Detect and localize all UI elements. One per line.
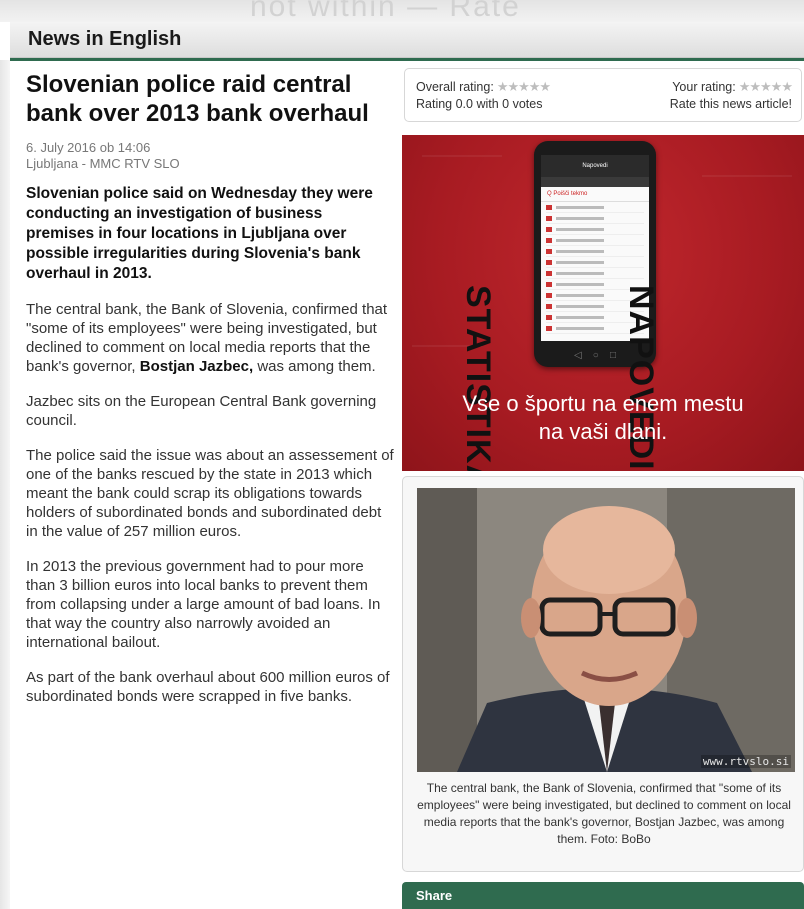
phone-list-row bbox=[546, 215, 644, 224]
share-label: Share bbox=[416, 888, 453, 903]
ad-tagline-line: Vse o športu na enem mestu bbox=[462, 391, 744, 416]
phone-tabs bbox=[541, 177, 649, 187]
photo-caption: The central bank, the Bank of Slovenia, … bbox=[417, 781, 791, 846]
section-title: News in English bbox=[28, 28, 182, 50]
rating-summary: Rating 0.0 with 0 votes bbox=[416, 97, 543, 111]
article-date: 6. July 2016 ob 14:06 bbox=[26, 140, 151, 155]
article-paragraph: In 2013 the previous government had to p… bbox=[26, 558, 381, 651]
article-lead: Slovenian police said on Wednesday they … bbox=[26, 185, 373, 282]
phone-list-row bbox=[546, 204, 644, 213]
phone-list-row bbox=[546, 248, 644, 257]
phone-app-title: Napovedi bbox=[541, 155, 649, 177]
phone-list-row bbox=[546, 226, 644, 235]
phone-list-row bbox=[546, 237, 644, 246]
photo-box: www.rtvslo.si The central bank, the Bank… bbox=[402, 476, 804, 872]
phone-list-row bbox=[546, 259, 644, 268]
section-header: News in English bbox=[10, 22, 804, 58]
overall-rating: Overall rating: ★★★★★ bbox=[416, 79, 551, 95]
article-paragraph: Jazbec sits on the European Central Bank… bbox=[26, 393, 377, 429]
ad-tagline-line: na vaši dlani. bbox=[538, 419, 668, 444]
top-strip: not within — Rate bbox=[0, 0, 804, 23]
overall-rating-label: Overall rating: bbox=[416, 80, 494, 94]
share-bar[interactable]: Share bbox=[402, 882, 804, 909]
ad-decoration bbox=[422, 155, 502, 157]
article-paragraph: As part of the bank overhaul about 600 m… bbox=[26, 669, 390, 705]
portrait-illustration bbox=[417, 488, 795, 772]
article-photo[interactable]: www.rtvslo.si bbox=[417, 488, 795, 772]
advertisement-banner[interactable]: STATISTIKA Napovedi Q Poišči tekmo ◁ ○ □… bbox=[402, 135, 804, 471]
ad-decoration bbox=[702, 175, 792, 177]
your-rating-label: Your rating: bbox=[672, 80, 736, 94]
your-rating-stars-icon[interactable]: ★★★★★ bbox=[739, 79, 793, 94]
page-gutter bbox=[0, 60, 10, 909]
rating-box: Overall rating: ★★★★★ Rating 0.0 with 0 v… bbox=[404, 68, 802, 122]
article-byline: Ljubljana - MMC RTV SLO bbox=[26, 156, 180, 171]
paragraph-text: was among them. bbox=[257, 358, 376, 375]
article-meta: 6. July 2016 ob 14:06 Ljubljana - MMC RT… bbox=[26, 140, 394, 172]
article-paragraph: The central bank, the Bank of Slovenia, … bbox=[26, 300, 394, 376]
section-divider bbox=[10, 58, 804, 61]
article: Slovenian police raid central bank over … bbox=[26, 70, 394, 706]
article-paragraph: The police said the issue was about an a… bbox=[26, 447, 394, 540]
phone-search: Q Poišči tekmo bbox=[541, 187, 649, 202]
your-rating[interactable]: Your rating: ★★★★★ bbox=[672, 79, 793, 95]
article-headline: Slovenian police raid central bank over … bbox=[26, 71, 369, 127]
photo-credit: www.rtvslo.si bbox=[700, 755, 791, 768]
governor-name: Bostjan Jazbec, bbox=[139, 358, 254, 375]
ad-tagline: Vse o športu na enem mestu na vaši dlani… bbox=[402, 390, 804, 446]
rate-prompt: Rate this news article! bbox=[669, 97, 792, 111]
background-watermark: not within — Rate bbox=[250, 0, 521, 23]
overall-rating-stars-icon: ★★★★★ bbox=[496, 79, 551, 94]
phone-list-row bbox=[546, 270, 644, 279]
